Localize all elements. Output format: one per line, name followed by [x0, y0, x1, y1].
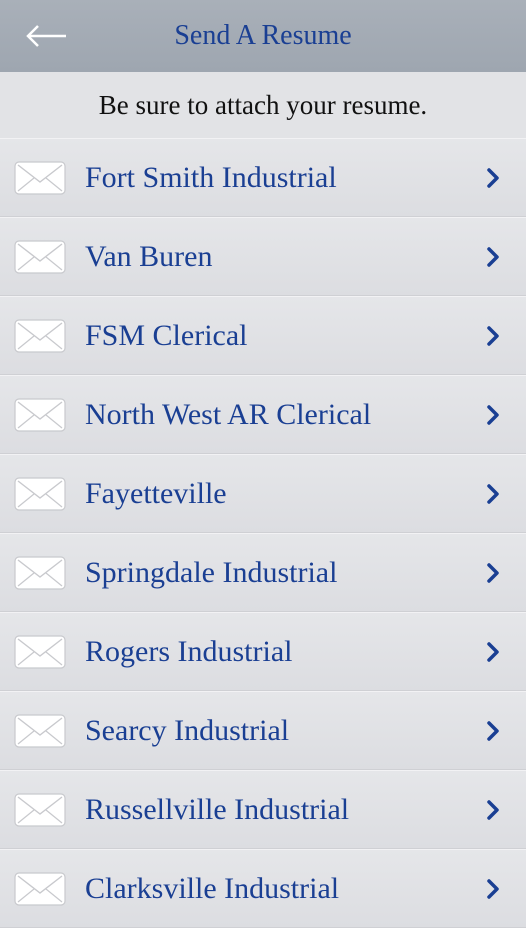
envelope-icon — [14, 398, 66, 432]
chevron-right-icon — [487, 405, 499, 425]
list-item[interactable]: Searcy Industrial — [0, 691, 526, 770]
attach-resume-notice: Be sure to attach your resume. — [0, 72, 526, 138]
list-item-label: Springdale Industrial — [85, 556, 338, 589]
chevron-right-icon — [487, 484, 499, 504]
list-item-label: Rogers Industrial — [85, 635, 293, 668]
list-item-label: Fayetteville — [85, 477, 227, 510]
chevron-right-icon — [487, 247, 499, 267]
list-item-label: Clarksville Industrial — [85, 872, 340, 905]
envelope-icon — [14, 714, 66, 748]
list-item-label: Fort Smith Industrial — [85, 161, 337, 194]
list-item[interactable]: Fayetteville — [0, 454, 526, 533]
chevron-right-icon — [487, 642, 499, 662]
chevron-right-icon — [487, 326, 499, 346]
nav-bar: Send A Resume — [0, 0, 526, 72]
list-item-label: Russellville Industrial — [85, 793, 350, 826]
envelope-icon — [14, 319, 66, 353]
chevron-right-icon — [487, 879, 499, 899]
list-item[interactable]: Springdale Industrial — [0, 533, 526, 612]
list-item[interactable]: Clarksville Industrial — [0, 849, 526, 928]
page-title: Send A Resume — [174, 20, 352, 51]
list-item-label: FSM Clerical — [85, 319, 248, 352]
envelope-icon — [14, 477, 66, 511]
envelope-icon — [14, 872, 66, 906]
list-item[interactable]: Van Buren — [0, 217, 526, 296]
list-item[interactable]: FSM Clerical — [0, 296, 526, 375]
list-item[interactable]: Russellville Industrial — [0, 770, 526, 849]
chevron-right-icon — [487, 721, 499, 741]
envelope-icon — [14, 240, 66, 274]
envelope-icon — [14, 556, 66, 590]
list-item[interactable]: North West AR Clerical — [0, 375, 526, 454]
list-item-label: Van Buren — [85, 240, 213, 273]
chevron-right-icon — [487, 563, 499, 583]
envelope-icon — [14, 793, 66, 827]
list-item[interactable]: Fort Smith Industrial — [0, 138, 526, 217]
list-item-label: North West AR Clerical — [85, 398, 372, 431]
envelope-icon — [14, 635, 66, 669]
envelope-icon — [14, 161, 66, 195]
chevron-right-icon — [487, 168, 499, 188]
list-item-label: Searcy Industrial — [85, 714, 290, 747]
list-item[interactable]: Rogers Industrial — [0, 612, 526, 691]
chevron-right-icon — [487, 800, 499, 820]
location-list: Fort Smith Industrial Van Buren FSM Cler… — [0, 138, 526, 928]
